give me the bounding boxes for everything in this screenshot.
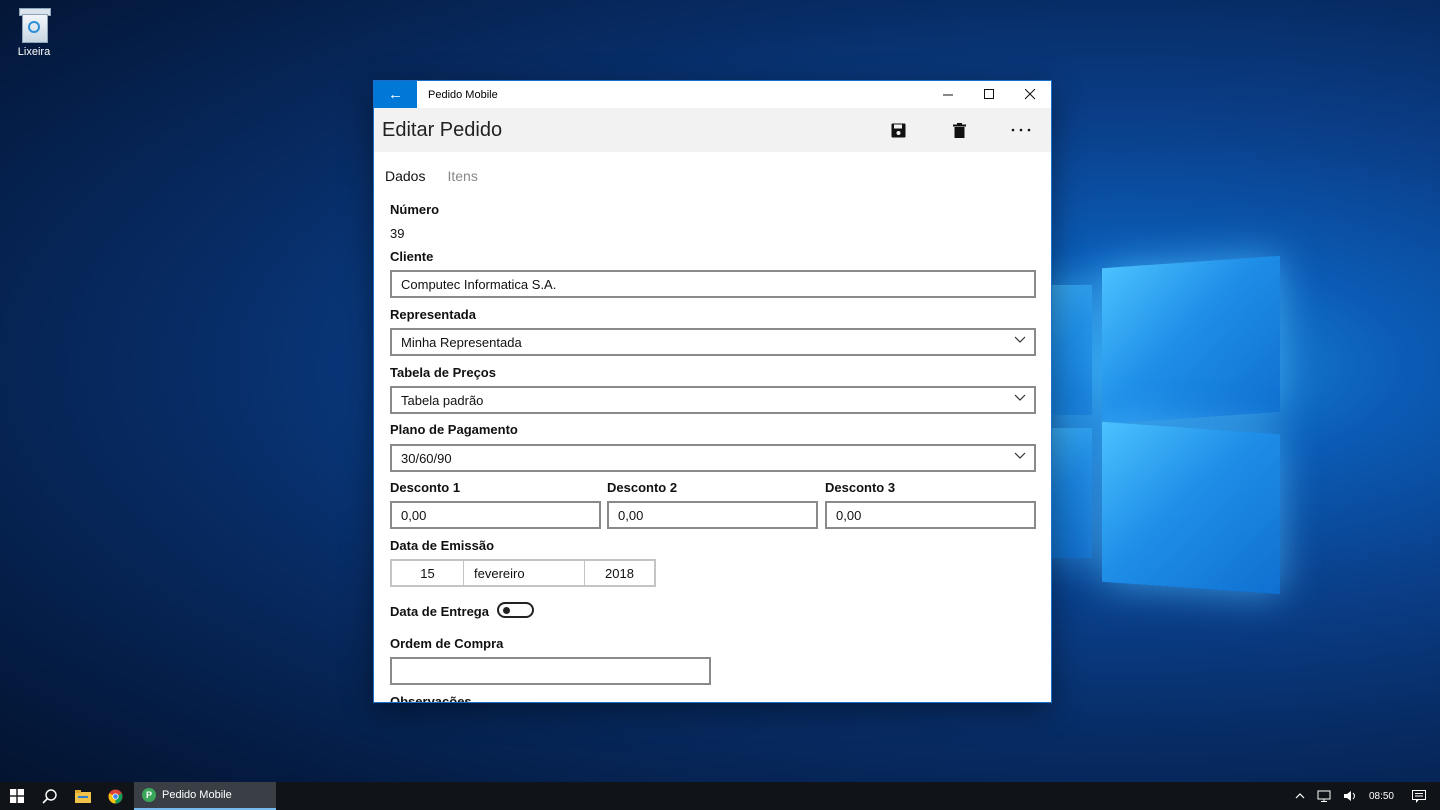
chrome-icon bbox=[108, 788, 123, 804]
network-button[interactable] bbox=[1317, 790, 1331, 802]
taskbar-app-label: Pedido Mobile bbox=[162, 789, 232, 801]
delete-button[interactable] bbox=[929, 108, 990, 152]
plano-label: Plano de Pagamento bbox=[390, 422, 518, 437]
more-dots-icon bbox=[1011, 128, 1030, 132]
tab-dados[interactable]: Dados bbox=[385, 168, 425, 184]
folder-icon bbox=[74, 789, 91, 803]
minimize-button[interactable] bbox=[928, 81, 969, 108]
desconto2-field[interactable]: 0,00 bbox=[607, 501, 818, 529]
desconto3-value: 0,00 bbox=[836, 507, 862, 523]
numero-value: 39 bbox=[390, 226, 405, 241]
more-button[interactable] bbox=[990, 108, 1051, 152]
emissao-label: Data de Emissão bbox=[390, 538, 495, 553]
cliente-field[interactable]: Computec Informatica S.A. bbox=[390, 270, 1036, 298]
arrow-left-icon: ← bbox=[388, 86, 403, 103]
taskbar: P Pedido Mobile 08:50 bbox=[0, 782, 1440, 810]
ordem-field[interactable] bbox=[390, 657, 711, 685]
volume-icon bbox=[1343, 791, 1355, 801]
emissao-day[interactable]: 15 bbox=[392, 561, 464, 585]
maximize-button[interactable] bbox=[969, 81, 1010, 108]
close-icon bbox=[1025, 89, 1036, 100]
save-button[interactable] bbox=[868, 108, 929, 152]
pedido-mobile-app-icon: P bbox=[142, 788, 156, 802]
system-tray: 08:50 bbox=[1289, 782, 1440, 810]
start-button[interactable] bbox=[0, 782, 33, 810]
numero-label: Número bbox=[390, 202, 440, 217]
command-bar: Editar Pedido bbox=[374, 108, 1051, 152]
desconto2-value: 0,00 bbox=[618, 507, 644, 523]
desconto3-field[interactable]: 0,00 bbox=[825, 501, 1036, 529]
entrega-toggle[interactable] bbox=[497, 602, 534, 618]
representada-label: Representada bbox=[390, 307, 476, 322]
chevron-down-icon bbox=[1014, 452, 1026, 459]
tabela-select[interactable]: Tabela padrão bbox=[390, 386, 1036, 414]
emissao-date-picker[interactable]: 15 fevereiro 2018 bbox=[390, 559, 656, 587]
desconto2-label: Desconto 2 bbox=[607, 480, 678, 495]
taskbar-app-pedido-mobile[interactable]: P Pedido Mobile bbox=[134, 782, 276, 810]
chevron-down-icon bbox=[1014, 394, 1026, 401]
pivot-tabs: Dados Itens bbox=[385, 168, 1051, 184]
trash-icon bbox=[953, 122, 966, 138]
tab-itens[interactable]: Itens bbox=[447, 168, 477, 184]
close-button[interactable] bbox=[1010, 81, 1051, 108]
chevron-down-icon bbox=[1014, 336, 1026, 343]
plano-select[interactable]: 30/60/90 bbox=[390, 444, 1036, 472]
desconto1-value: 0,00 bbox=[401, 507, 427, 523]
desconto3-label: Desconto 3 bbox=[825, 480, 896, 495]
title-bar: ← Pedido Mobile bbox=[374, 81, 1051, 108]
recycle-bin-icon bbox=[19, 6, 51, 43]
chrome-button[interactable] bbox=[99, 782, 132, 810]
page-title: Editar Pedido bbox=[382, 118, 503, 141]
action-center-button[interactable] bbox=[1412, 789, 1426, 803]
volume-button[interactable] bbox=[1343, 790, 1357, 802]
desconto1-label: Desconto 1 bbox=[390, 480, 461, 495]
desconto1-field[interactable]: 0,00 bbox=[390, 501, 601, 529]
notification-icon bbox=[1412, 789, 1426, 803]
windows-start-icon bbox=[9, 789, 24, 803]
search-icon bbox=[42, 788, 57, 804]
tabela-value: Tabela padrão bbox=[401, 392, 484, 408]
network-icon bbox=[1317, 790, 1331, 802]
clock[interactable]: 08:50 bbox=[1369, 791, 1394, 802]
minimize-icon bbox=[943, 94, 953, 96]
chevron-up-icon bbox=[1295, 793, 1305, 799]
entrega-label: Data de Entrega bbox=[390, 604, 489, 619]
plano-value: 30/60/90 bbox=[401, 450, 452, 466]
ordem-label: Ordem de Compra bbox=[390, 636, 504, 651]
app-window: ← Pedido Mobile Editar Pedido Dados Iten… bbox=[374, 81, 1051, 702]
cliente-label: Cliente bbox=[390, 249, 434, 264]
observacoes-label: Observações bbox=[390, 694, 472, 702]
save-icon bbox=[891, 123, 906, 137]
file-explorer-button[interactable] bbox=[66, 782, 99, 810]
emissao-year[interactable]: 2018 bbox=[585, 561, 654, 585]
cliente-value: Computec Informatica S.A. bbox=[401, 276, 557, 292]
show-hidden-icons-button[interactable] bbox=[1295, 793, 1305, 799]
emissao-month[interactable]: fevereiro bbox=[464, 561, 585, 585]
representada-value: Minha Representada bbox=[401, 334, 522, 350]
maximize-icon bbox=[984, 89, 994, 99]
back-button[interactable]: ← bbox=[374, 81, 417, 108]
representada-select[interactable]: Minha Representada bbox=[390, 328, 1036, 356]
tabela-label: Tabela de Preços bbox=[390, 365, 496, 380]
app-title: Pedido Mobile bbox=[428, 88, 498, 101]
recycle-bin-label: Lixeira bbox=[17, 46, 51, 58]
recycle-bin-desktop-icon[interactable]: Lixeira bbox=[10, 6, 58, 58]
toggle-knob bbox=[503, 607, 510, 614]
search-button[interactable] bbox=[33, 782, 66, 810]
